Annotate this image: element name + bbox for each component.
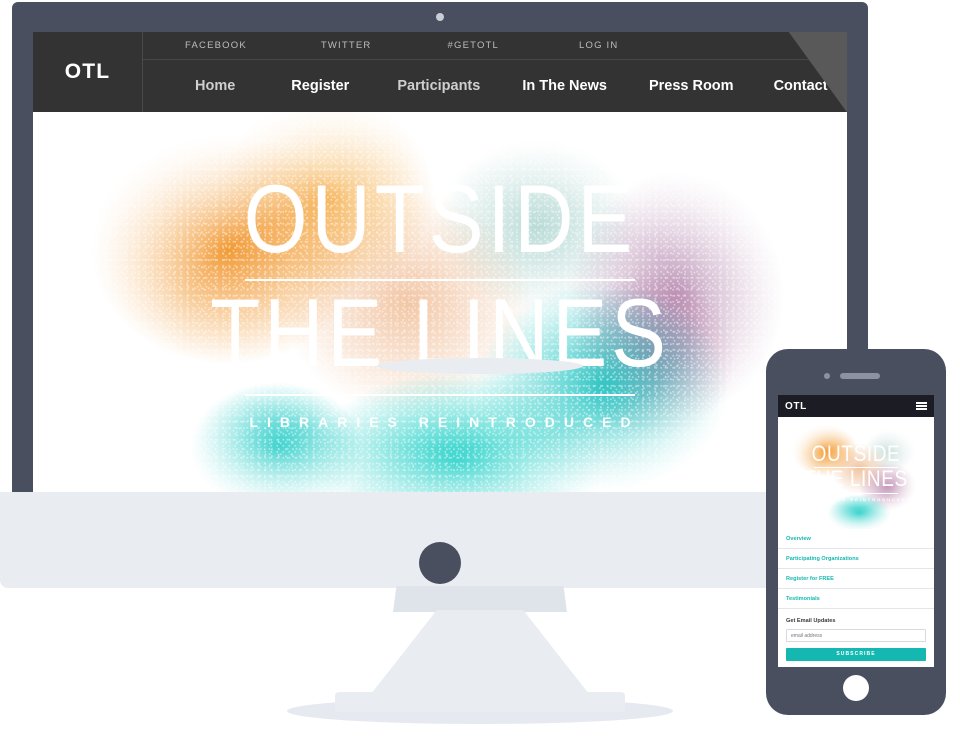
hero-content: OUTSIDE THE LINES LIBRARIES REINTRODUCED — [33, 112, 847, 493]
phone-floor-shadow — [377, 358, 583, 374]
monitor-stand-foot — [335, 692, 625, 712]
mobile-link-testimonials[interactable]: Testimonials — [778, 589, 934, 609]
mobile-hero-banner: OUTSIDE THE LINES LIBRARIES REINTRODUCED — [778, 417, 934, 529]
phone-camera-icon — [824, 373, 830, 379]
mobile-hero-title-line-2: THE LINES — [804, 466, 908, 492]
utility-bar: FACEBOOK TWITTER #GETOTL LOG IN — [143, 32, 847, 60]
nav-link-press-room[interactable]: Press Room — [649, 78, 734, 94]
mobile-email-signup: Get Email Updates SUBSCRIBE — [778, 609, 934, 661]
mobile-link-register-for-free[interactable]: Register for FREE — [778, 569, 934, 589]
monitor-logo-icon — [419, 542, 461, 584]
hero-title-line-1: OUTSIDE — [243, 165, 637, 273]
hero-tagline: LIBRARIES REINTRODUCED — [249, 414, 640, 431]
monitor-screen: OTL FACEBOOK TWITTER #GETOTL LOG IN Home… — [33, 32, 847, 493]
hamburger-bar — [916, 405, 927, 407]
screenshot-canvas: OTL FACEBOOK TWITTER #GETOTL LOG IN Home… — [0, 0, 960, 737]
mobile-link-overview[interactable]: Overview — [778, 529, 934, 549]
phone-body: OTL OUTSIDE THE LINES LIBRARIES REINTROD… — [766, 349, 946, 715]
mobile-hero-content: OUTSIDE THE LINES LIBRARIES REINTRODUCED — [778, 417, 934, 529]
desktop-website: OTL FACEBOOK TWITTER #GETOTL LOG IN Home… — [33, 32, 847, 493]
mobile-hero-title-line-1: OUTSIDE — [811, 441, 901, 467]
hamburger-icon[interactable] — [916, 401, 927, 411]
mobile-phone-mockup: OTL OUTSIDE THE LINES LIBRARIES REINTROD… — [766, 349, 946, 715]
nav-link-register[interactable]: Register — [291, 78, 349, 94]
main-navigation: Home Register Participants In The News P… — [143, 60, 847, 112]
utility-link-login[interactable]: LOG IN — [579, 40, 618, 51]
mobile-logo-text[interactable]: OTL — [785, 401, 807, 412]
hero-banner: OUTSIDE THE LINES LIBRARIES REINTRODUCED — [33, 112, 847, 493]
email-signup-title: Get Email Updates — [786, 618, 836, 624]
utility-link-getotl[interactable]: #GETOTL — [448, 40, 500, 51]
monitor-camera-icon — [436, 13, 444, 21]
site-header: OTL FACEBOOK TWITTER #GETOTL LOG IN Home… — [33, 32, 847, 112]
email-input[interactable] — [786, 629, 926, 642]
utility-link-facebook[interactable]: FACEBOOK — [185, 40, 247, 51]
hero-divider-bottom — [245, 394, 635, 397]
mobile-header: OTL — [778, 395, 934, 417]
mobile-link-list: Overview Participating Organizations Reg… — [778, 529, 934, 609]
nav-link-home[interactable]: Home — [195, 78, 235, 94]
phone-screen: OTL OUTSIDE THE LINES LIBRARIES REINTROD… — [778, 395, 934, 667]
subscribe-button[interactable]: SUBSCRIBE — [786, 647, 926, 661]
phone-home-button[interactable] — [843, 675, 869, 701]
nav-link-contact-us[interactable]: Contact Us — [774, 78, 847, 94]
monitor-stand-neck — [393, 586, 567, 612]
hamburger-bar — [916, 401, 927, 404]
phone-speaker-icon — [840, 373, 880, 379]
mobile-link-participating-organizations[interactable]: Participating Organizations — [778, 549, 934, 569]
site-logo-text: OTL — [64, 60, 111, 83]
mobile-hero-tagline: LIBRARIES REINTRODUCED — [807, 496, 907, 502]
desktop-monitor-mockup: OTL FACEBOOK TWITTER #GETOTL LOG IN Home… — [0, 2, 880, 588]
hamburger-bar — [916, 408, 927, 411]
utility-link-twitter[interactable]: TWITTER — [321, 40, 372, 51]
nav-link-participants[interactable]: Participants — [397, 78, 480, 94]
mobile-hero-divider-bottom — [814, 492, 898, 494]
nav-link-in-the-news[interactable]: In The News — [522, 78, 607, 94]
site-logo[interactable]: OTL — [33, 32, 143, 112]
